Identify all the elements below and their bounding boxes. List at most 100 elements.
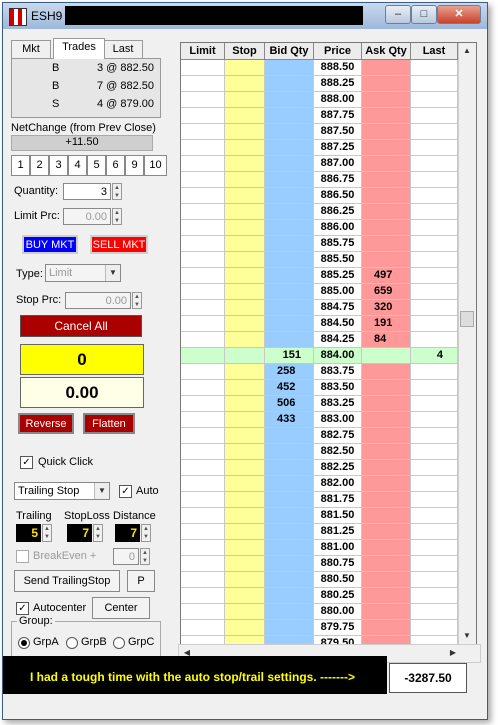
stop-cell[interactable]: [225, 268, 265, 284]
header-stop[interactable]: Stop: [225, 43, 265, 60]
limit-cell[interactable]: [181, 332, 225, 348]
limit-cell[interactable]: [181, 60, 225, 76]
stop-cell[interactable]: [225, 92, 265, 108]
price-cell[interactable]: 885.25: [314, 268, 362, 284]
bid-qty-cell[interactable]: 258: [265, 364, 314, 380]
ask-qty-cell[interactable]: [362, 156, 411, 172]
price-cell[interactable]: 887.75: [314, 108, 362, 124]
quantity-input[interactable]: 3: [63, 183, 111, 200]
stop-cell[interactable]: [225, 588, 265, 604]
quick-click-checkbox[interactable]: ✓: [20, 456, 33, 469]
stop-cell[interactable]: [225, 556, 265, 572]
ask-qty-cell[interactable]: [362, 60, 411, 76]
stop-cell[interactable]: [225, 124, 265, 140]
stop-cell[interactable]: [225, 220, 265, 236]
price-cell[interactable]: 885.00: [314, 284, 362, 300]
ask-qty-cell[interactable]: 84: [362, 332, 411, 348]
qty-button-6[interactable]: 6: [106, 155, 125, 176]
trailing-spinner[interactable]: ▲ ▼: [42, 524, 52, 542]
stop-cell[interactable]: [225, 156, 265, 172]
price-cell[interactable]: 887.00: [314, 156, 362, 172]
price-cell[interactable]: 885.50: [314, 252, 362, 268]
flatten-button[interactable]: Flatten: [83, 413, 135, 434]
bid-qty-cell[interactable]: [265, 204, 314, 220]
ask-qty-cell[interactable]: [362, 380, 411, 396]
ask-qty-cell[interactable]: [362, 572, 411, 588]
limit-cell[interactable]: [181, 252, 225, 268]
stop-price-spinner[interactable]: ▲ ▼: [132, 292, 142, 309]
bid-qty-cell[interactable]: [265, 444, 314, 460]
limit-cell[interactable]: [181, 268, 225, 284]
bid-qty-cell[interactable]: [265, 428, 314, 444]
price-cell[interactable]: 888.50: [314, 60, 362, 76]
stop-cell[interactable]: [225, 252, 265, 268]
price-cell[interactable]: 888.00: [314, 92, 362, 108]
stop-cell[interactable]: [225, 540, 265, 556]
qty-button-9[interactable]: 9: [125, 155, 144, 176]
price-cell[interactable]: 883.75: [314, 364, 362, 380]
ask-qty-cell[interactable]: [362, 492, 411, 508]
limit-cell[interactable]: [181, 140, 225, 156]
ask-qty-cell[interactable]: 320: [362, 300, 411, 316]
ask-qty-cell[interactable]: [362, 524, 411, 540]
header-price[interactable]: Price: [314, 43, 362, 60]
bid-qty-cell[interactable]: [265, 188, 314, 204]
send-trailing-stop-button[interactable]: Send TrailingStop: [14, 570, 120, 592]
bid-qty-cell[interactable]: [265, 124, 314, 140]
limit-cell[interactable]: [181, 364, 225, 380]
stop-cell[interactable]: [225, 316, 265, 332]
scroll-right-icon[interactable]: ▶: [445, 645, 461, 661]
last-cell[interactable]: [411, 92, 458, 108]
last-cell[interactable]: [411, 252, 458, 268]
bid-qty-cell[interactable]: [265, 620, 314, 636]
qty-button-10[interactable]: 10: [144, 155, 167, 176]
limit-cell[interactable]: [181, 348, 225, 364]
stop-cell[interactable]: [225, 140, 265, 156]
price-cell[interactable]: 880.50: [314, 572, 362, 588]
price-cell[interactable]: 881.25: [314, 524, 362, 540]
bid-qty-cell[interactable]: [265, 300, 314, 316]
last-cell[interactable]: [411, 172, 458, 188]
price-cell[interactable]: 881.50: [314, 508, 362, 524]
group-radio-a[interactable]: [18, 637, 30, 649]
last-cell[interactable]: [411, 220, 458, 236]
limit-cell[interactable]: [181, 412, 225, 428]
last-cell[interactable]: [411, 620, 458, 636]
cancel-all-button[interactable]: Cancel All: [20, 315, 142, 337]
stoploss-input[interactable]: 7: [67, 524, 92, 542]
stop-cell[interactable]: [225, 444, 265, 460]
bid-qty-cell[interactable]: [265, 220, 314, 236]
ask-qty-cell[interactable]: 659: [362, 284, 411, 300]
limit-cell[interactable]: [181, 172, 225, 188]
price-cell[interactable]: 884.75: [314, 300, 362, 316]
vertical-scrollbar[interactable]: ▲ ▼: [458, 43, 476, 645]
order-type-select[interactable]: Limit ▼: [45, 264, 121, 282]
ask-qty-cell[interactable]: [362, 188, 411, 204]
last-cell[interactable]: [411, 444, 458, 460]
bid-qty-cell[interactable]: [265, 156, 314, 172]
last-cell[interactable]: [411, 412, 458, 428]
last-cell[interactable]: 4: [411, 348, 458, 364]
stop-cell[interactable]: [225, 604, 265, 620]
bid-qty-cell[interactable]: [265, 172, 314, 188]
ask-qty-cell[interactable]: 191: [362, 316, 411, 332]
ask-qty-cell[interactable]: [362, 428, 411, 444]
ask-qty-cell[interactable]: [362, 604, 411, 620]
last-cell[interactable]: [411, 604, 458, 620]
last-cell[interactable]: [411, 428, 458, 444]
last-cell[interactable]: [411, 396, 458, 412]
tab-last[interactable]: Last: [103, 40, 143, 58]
price-cell[interactable]: 886.00: [314, 220, 362, 236]
stop-cell[interactable]: [225, 108, 265, 124]
price-cell[interactable]: 880.25: [314, 588, 362, 604]
bid-qty-cell[interactable]: [265, 60, 314, 76]
limit-cell[interactable]: [181, 524, 225, 540]
minimize-button[interactable]: ‒: [385, 5, 411, 24]
price-cell[interactable]: 881.00: [314, 540, 362, 556]
last-cell[interactable]: [411, 572, 458, 588]
last-cell[interactable]: [411, 268, 458, 284]
price-cell[interactable]: 882.00: [314, 476, 362, 492]
header-ask-qty[interactable]: Ask Qty: [362, 43, 411, 60]
last-cell[interactable]: [411, 204, 458, 220]
price-cell[interactable]: 884.25: [314, 332, 362, 348]
